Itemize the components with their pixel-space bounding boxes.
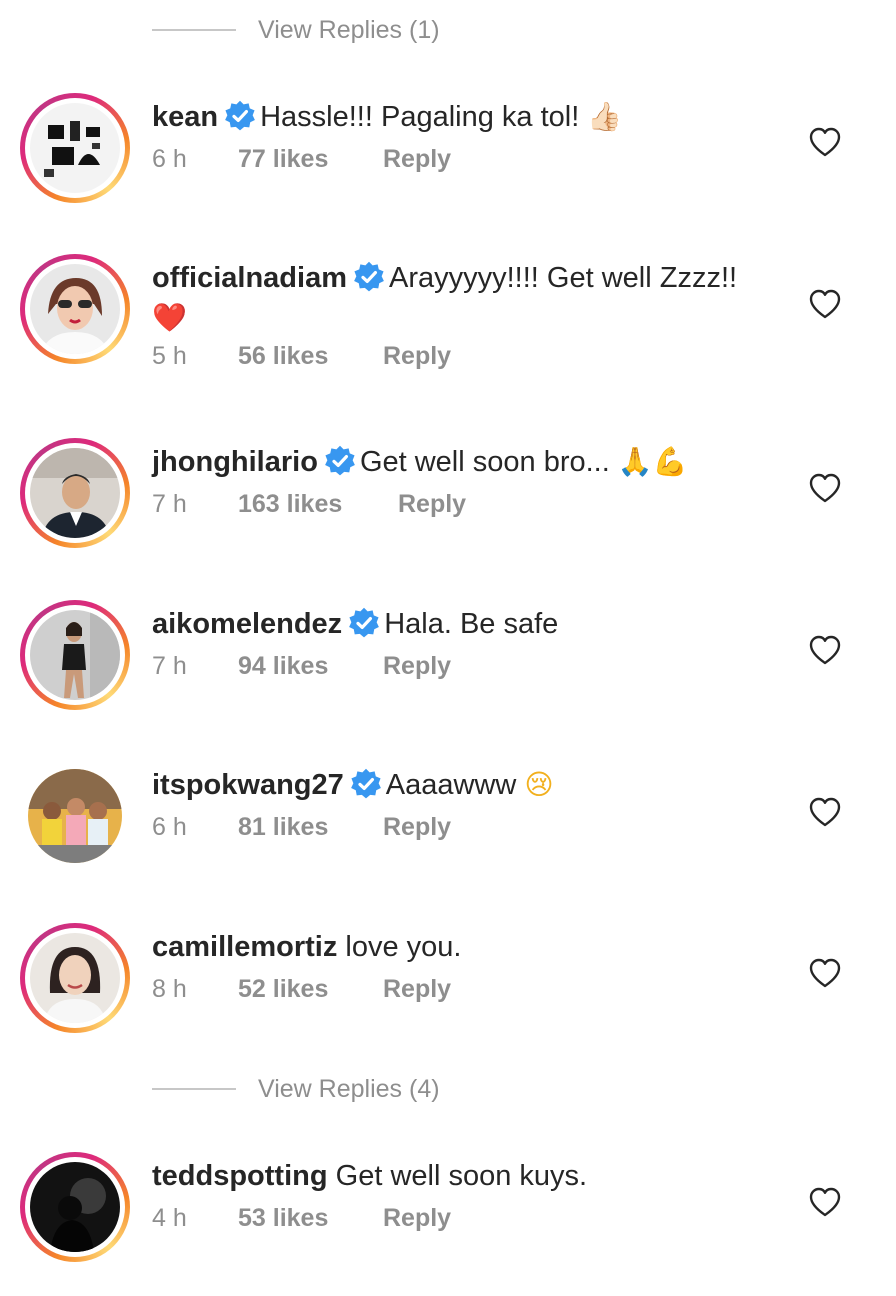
reply-button[interactable]: Reply (383, 342, 451, 371)
comment-time: 7 h (152, 490, 187, 518)
reply-button[interactable]: Reply (383, 975, 451, 1004)
comment-text: love you. (345, 931, 462, 963)
heart-outline-icon[interactable] (808, 288, 842, 320)
comment-time: 5 h (152, 342, 187, 370)
comment-emoji: 🙏💪 (617, 445, 688, 478)
comment-text: Hala. Be safe (384, 608, 559, 640)
heart-outline-icon[interactable] (808, 1186, 842, 1218)
comment-time: 6 h (152, 813, 187, 841)
username[interactable]: aikomelendez (152, 608, 342, 640)
comment-emoji: ❤️ (152, 301, 187, 334)
heart-outline-icon[interactable] (808, 796, 842, 828)
verified-badge-icon (353, 261, 385, 293)
avatar[interactable] (20, 1152, 130, 1262)
comment-text: Get well soon kuys. (335, 1160, 588, 1192)
reply-button[interactable]: Reply (383, 1204, 451, 1233)
username[interactable]: officialnadiam (152, 262, 347, 294)
avatar[interactable] (20, 923, 130, 1033)
username[interactable]: kean (152, 101, 218, 133)
divider-line (152, 29, 236, 31)
comment-time: 8 h (152, 975, 187, 1003)
likes-count[interactable]: 94 likes (238, 652, 383, 681)
likes-count[interactable]: 77 likes (238, 145, 383, 174)
avatar[interactable] (20, 438, 130, 548)
reply-button[interactable]: Reply (383, 652, 451, 681)
likes-count[interactable]: 81 likes (238, 813, 383, 842)
verified-badge-icon (348, 607, 380, 639)
likes-count[interactable]: 53 likes (238, 1204, 383, 1233)
comment-text: Hassle!!! Pagaling ka tol! (260, 101, 580, 133)
heart-outline-icon[interactable] (808, 472, 842, 504)
verified-badge-icon (224, 100, 256, 132)
divider-line (152, 1088, 236, 1090)
verified-badge-icon (350, 768, 382, 800)
comment-emoji: 👍🏻 (587, 100, 623, 133)
username[interactable]: teddspotting (152, 1160, 328, 1192)
likes-count[interactable]: 56 likes (238, 342, 383, 371)
comment-time: 6 h (152, 145, 187, 173)
reply-button[interactable]: Reply (383, 813, 451, 842)
username[interactable]: itspokwang27 (152, 769, 344, 801)
avatar[interactable] (20, 761, 130, 871)
comment-text: Aaaawww (385, 769, 517, 801)
comment-emoji: 😢 (524, 768, 554, 801)
username[interactable]: camillemortiz (152, 931, 337, 963)
likes-count[interactable]: 52 likes (238, 975, 383, 1004)
username[interactable]: jhonghilario (152, 446, 318, 478)
likes-count[interactable]: 163 likes (238, 490, 398, 519)
avatar[interactable] (20, 93, 130, 203)
heart-outline-icon[interactable] (808, 126, 842, 158)
heart-outline-icon[interactable] (808, 634, 842, 666)
view-replies-button[interactable]: View Replies (1) (152, 10, 440, 50)
comment-text: Arayyyyy!!!! Get well Zzzz!! (389, 262, 738, 294)
comment-time: 4 h (152, 1204, 187, 1232)
comment-text: Get well soon bro... (359, 446, 610, 478)
view-replies-label[interactable]: View Replies (1) (258, 16, 440, 45)
reply-button[interactable]: Reply (398, 490, 466, 519)
verified-badge-icon (324, 445, 356, 477)
comment-time: 7 h (152, 652, 187, 680)
reply-button[interactable]: Reply (383, 145, 451, 174)
avatar[interactable] (20, 254, 130, 364)
view-replies-label[interactable]: View Replies (4) (258, 1075, 440, 1104)
heart-outline-icon[interactable] (808, 957, 842, 989)
avatar[interactable] (20, 600, 130, 710)
view-replies-button[interactable]: View Replies (4) (152, 1069, 440, 1109)
